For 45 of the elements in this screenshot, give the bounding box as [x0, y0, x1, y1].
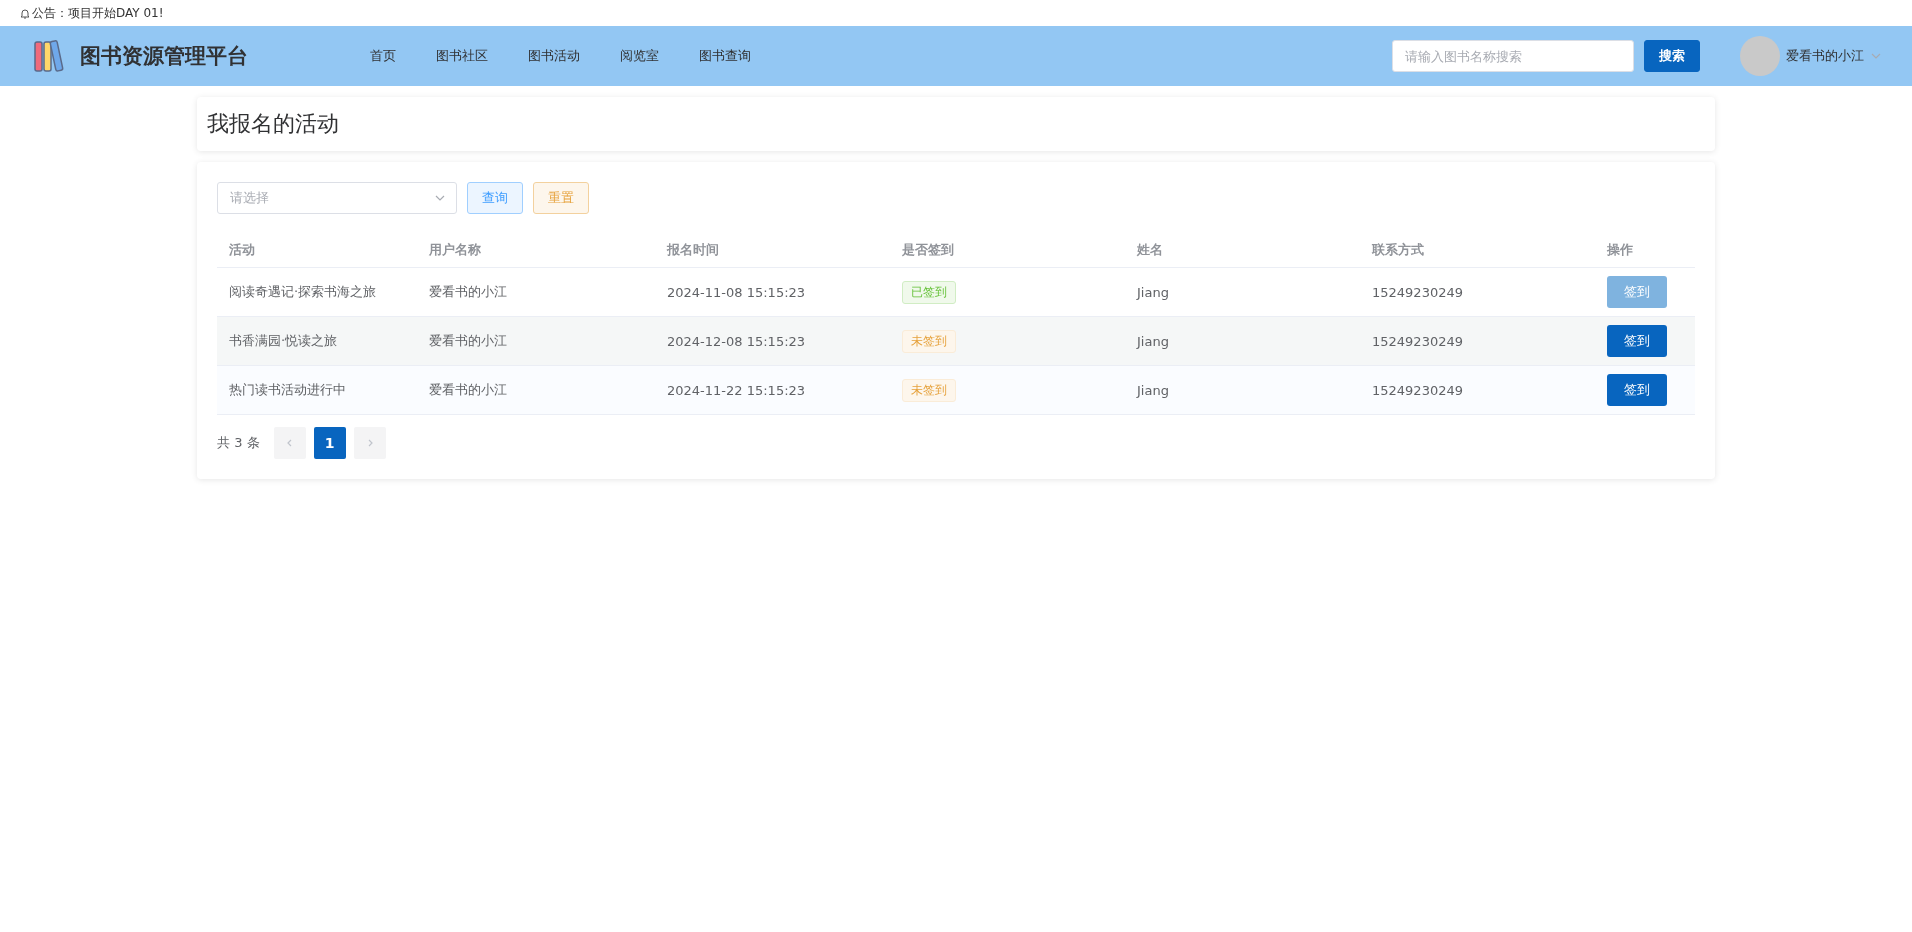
- table-cell-text: 书香满园·悦读之旅: [228, 332, 339, 350]
- column-header: 操作: [1606, 240, 1634, 259]
- table-cell-text: 2024-11-22 15:15:23: [666, 382, 807, 398]
- table-cell-text: 爱看书的小江: [428, 381, 508, 399]
- table-cell-text: Jiang: [1135, 382, 1170, 398]
- prev-page-button[interactable]: [273, 427, 306, 459]
- books-logo-icon: [34, 39, 66, 73]
- check-in-button[interactable]: 签到: [1607, 325, 1667, 357]
- check-in-button[interactable]: 签到: [1607, 374, 1667, 406]
- table-cell-text: Jiang: [1135, 333, 1170, 349]
- page-title: 我报名的活动: [206, 110, 340, 138]
- site-title: 图书资源管理平台: [80, 43, 248, 70]
- table-cell-text: 热门读书活动进行中: [228, 381, 347, 399]
- notice-text: 公告：项目开始DAY 01!: [32, 4, 164, 22]
- table-cell-text: 15249230249: [1371, 382, 1464, 398]
- search-field[interactable]: 请输入图书名称搜索: [1392, 40, 1634, 72]
- user-name[interactable]: 爱看书的小江: [1786, 47, 1864, 65]
- column-header: 是否签到: [901, 240, 955, 259]
- nav-link[interactable]: 图书查询: [679, 47, 771, 65]
- table-cell-text: 15249230249: [1371, 284, 1464, 300]
- status-tag: 未签到: [902, 329, 956, 353]
- status-tag: 已签到: [902, 280, 956, 304]
- table-cell-text: 阅读奇遇记·探索书海之旅: [228, 283, 378, 301]
- column-header: 联系方式: [1371, 240, 1425, 259]
- nav-link[interactable]: 首页: [350, 47, 416, 65]
- column-header: 姓名: [1136, 240, 1164, 259]
- page-button[interactable]: 1: [313, 427, 346, 459]
- table-cell-text: 15249230249: [1371, 333, 1464, 349]
- next-page-button[interactable]: [353, 427, 386, 459]
- status-tag: 未签到: [902, 378, 956, 402]
- search-button[interactable]: 搜索: [1644, 40, 1700, 72]
- table-cell-text: 2024-11-08 15:15:23: [666, 284, 807, 300]
- table-cell-text: 2024-12-08 15:15:23: [666, 333, 807, 349]
- table-cell-text: 爱看书的小江: [428, 332, 508, 350]
- nav-link[interactable]: 阅览室: [600, 47, 679, 65]
- avatar[interactable]: [1740, 36, 1780, 76]
- total-count: 共 3 条: [217, 434, 260, 452]
- column-header: 活动: [228, 240, 256, 259]
- table-cell-text: Jiang: [1135, 284, 1170, 300]
- bell-icon: [20, 7, 30, 19]
- nav-link[interactable]: 图书社区: [416, 47, 508, 65]
- nav-link[interactable]: 图书活动: [508, 47, 600, 65]
- column-header: 报名时间: [665, 240, 720, 259]
- column-header: 用户名称: [428, 240, 482, 259]
- table-cell-text: 爱看书的小江: [428, 283, 508, 301]
